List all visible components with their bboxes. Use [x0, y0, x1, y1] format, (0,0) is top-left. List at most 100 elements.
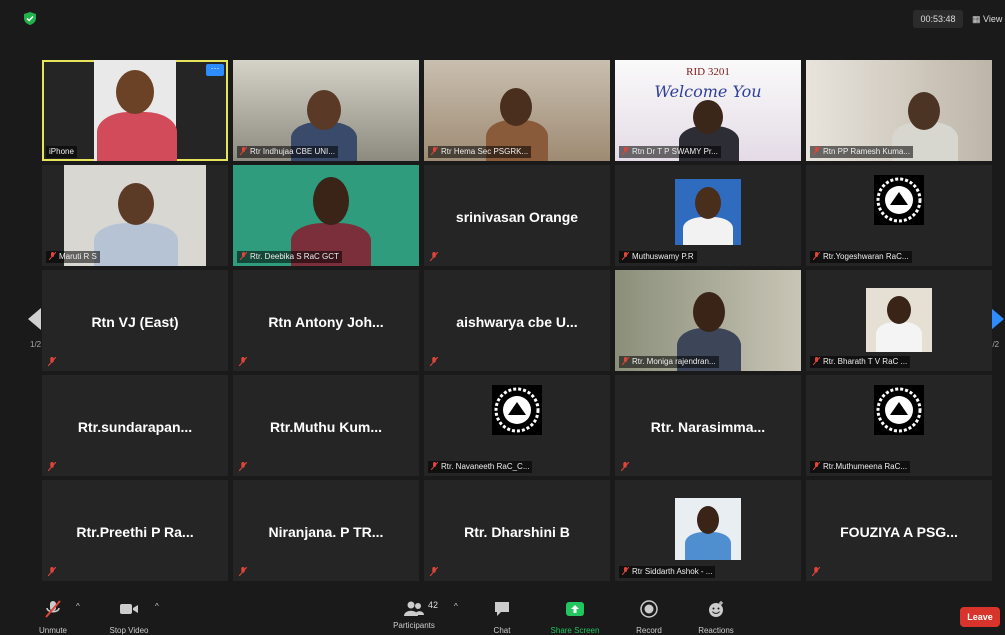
participant-display-name: FOUZIYA A PSG...	[840, 524, 958, 540]
stop-video-button[interactable]: Stop Video	[100, 596, 158, 635]
muted-microphone-icon	[622, 252, 629, 260]
participant-label: Rtr Indhujaa CBE UNI...	[237, 146, 338, 158]
record-button[interactable]: Record	[628, 596, 670, 635]
participant-display-name: Rtr. Narasimma...	[650, 419, 766, 435]
muted-microphone-icon	[239, 357, 247, 366]
participants-icon	[404, 601, 424, 616]
muted-microphone-icon	[430, 252, 438, 261]
muted-microphone-icon	[45, 600, 61, 618]
participant-label: Rtr. Navaneeth RaC_C...	[428, 461, 533, 473]
participant-name: Maruti R S	[59, 252, 97, 261]
muted-microphone-icon	[239, 462, 247, 471]
participant-name: Rtr. Moniga rajendran...	[632, 357, 716, 366]
security-shield-icon[interactable]	[24, 12, 36, 25]
smiley-reactions-icon	[709, 601, 723, 617]
club-logo-icon	[492, 385, 542, 435]
participant-label: Rtr.Muthumeena RaC...	[810, 461, 911, 473]
participant-tile[interactable]: Rtr. Narasimma...	[615, 375, 801, 476]
participant-display-name: Rtr.Muthu Kum...	[270, 419, 382, 435]
unmute-button[interactable]: Unmute	[28, 596, 78, 635]
muted-microphone-icon	[48, 567, 56, 576]
muted-microphone-icon	[431, 147, 438, 155]
participant-tile[interactable]: Rtr Hema Sec PSGRK...	[424, 60, 610, 161]
reactions-button[interactable]: Reactions	[688, 596, 744, 635]
chat-button[interactable]: Chat	[482, 596, 522, 635]
participant-name: Muthuswamy P.R	[632, 252, 694, 261]
participant-tile[interactable]: Rtr.Yogeshwaran RaC...	[806, 165, 992, 266]
share-screen-button[interactable]: Share Screen	[542, 596, 608, 635]
participants-button[interactable]: 42 Participants	[384, 596, 444, 634]
club-logo-icon	[874, 385, 924, 435]
participant-display-name: Rtn Antony Joh...	[268, 314, 384, 330]
top-bar: 00:53:48 ▦ View	[0, 0, 1005, 36]
view-label: View	[983, 14, 1003, 24]
participant-display-name: aishwarya cbe U...	[456, 314, 578, 330]
participant-name: iPhone	[49, 147, 74, 156]
audio-options-caret-icon[interactable]: ^	[76, 602, 80, 611]
participant-tile[interactable]: Rtr.Muthumeena RaC...	[806, 375, 992, 476]
leave-button[interactable]: Leave	[960, 607, 1000, 627]
participant-tile[interactable]: FOUZIYA A PSG...	[806, 480, 992, 581]
muted-microphone-icon	[813, 357, 820, 365]
muted-microphone-icon	[430, 567, 438, 576]
muted-microphone-icon	[240, 252, 247, 260]
participant-label: Rtr. Deebika S RaC GCT	[237, 251, 342, 263]
participant-display-name: Rtr. Dharshini B	[464, 524, 570, 540]
participant-label: Rtr Siddarth Ashok - ...	[619, 566, 716, 578]
participant-name: Rtr. Bharath T V RaC ...	[823, 357, 908, 366]
participant-label: iPhone	[46, 146, 77, 158]
muted-microphone-icon	[48, 462, 56, 471]
muted-microphone-icon	[430, 357, 438, 366]
participant-tile[interactable]: ··· iPhone	[42, 60, 228, 161]
gallery-grid: ··· iPhone Rtr Indhujaa CBE UNI... Rtr H…	[42, 60, 992, 582]
participant-tile[interactable]: srinivasan Orange	[424, 165, 610, 266]
participant-tile[interactable]: Maruti R S	[42, 165, 228, 266]
participant-tile[interactable]: Rtr. Deebika S RaC GCT	[233, 165, 419, 266]
participant-tile[interactable]: Rtn VJ (East)	[42, 270, 228, 371]
participant-tile[interactable]: Rtr. Dharshini B	[424, 480, 610, 581]
muted-microphone-icon	[621, 462, 629, 471]
muted-microphone-icon	[813, 252, 820, 260]
banner-script: Welcome You	[654, 82, 762, 101]
video-options-caret-icon[interactable]: ^	[155, 602, 159, 611]
participant-tile[interactable]: Niranjana. P TR...	[233, 480, 419, 581]
participant-label: Muthuswamy P.R	[619, 251, 697, 263]
muted-microphone-icon	[49, 252, 56, 260]
participant-tile[interactable]: aishwarya cbe U...	[424, 270, 610, 371]
participant-display-name: srinivasan Orange	[455, 209, 579, 225]
banner-text: RID 3201	[686, 66, 730, 78]
participant-tile[interactable]: Rtr.Muthu Kum...	[233, 375, 419, 476]
page-indicator-left: 1/2	[30, 340, 42, 349]
muted-microphone-icon	[622, 567, 629, 575]
more-options-icon[interactable]: ···	[206, 64, 224, 76]
record-icon	[640, 600, 658, 618]
participants-options-caret-icon[interactable]: ^	[454, 602, 458, 611]
participant-tile[interactable]: Rtn PP Ramesh Kuma...	[806, 60, 992, 161]
participant-label: Rtn Dr T P SWAMY Pr...	[619, 146, 721, 158]
muted-microphone-icon	[812, 567, 820, 576]
muted-microphone-icon	[48, 357, 56, 366]
meeting-timer: 00:53:48	[913, 10, 963, 28]
participant-name: Rtr. Navaneeth RaC_C...	[441, 462, 530, 471]
participant-name: Rtn PP Ramesh Kuma...	[823, 147, 910, 156]
participant-tile[interactable]: Rtr. Moniga rajendran...	[615, 270, 801, 371]
grid-view-icon: ▦	[972, 14, 981, 24]
previous-page-arrow-icon[interactable]	[28, 308, 42, 330]
participant-tile[interactable]: Rtr.sundarapan...	[42, 375, 228, 476]
view-button[interactable]: ▦ View	[972, 10, 1002, 28]
participant-tile[interactable]: RID 3201 Welcome You Rtn Dr T P SWAMY Pr…	[615, 60, 801, 161]
participant-tile[interactable]: Muthuswamy P.R	[615, 165, 801, 266]
participants-label: Participants	[393, 621, 435, 630]
participant-tile[interactable]: Rtr. Navaneeth RaC_C...	[424, 375, 610, 476]
next-page-arrow-icon[interactable]	[990, 308, 1004, 330]
muted-microphone-icon	[813, 147, 820, 155]
participant-tile[interactable]: Rtr Indhujaa CBE UNI...	[233, 60, 419, 161]
participant-tile[interactable]: Rtn Antony Joh...	[233, 270, 419, 371]
share-screen-icon	[566, 602, 584, 616]
participant-tile[interactable]: Rtr.Preethi P Ra...	[42, 480, 228, 581]
participant-tile[interactable]: Rtr Siddarth Ashok - ...	[615, 480, 801, 581]
muted-microphone-icon	[622, 147, 629, 155]
participant-label: Maruti R S	[46, 251, 100, 263]
participant-tile[interactable]: Rtr. Bharath T V RaC ...	[806, 270, 992, 371]
participant-label: Rtr Hema Sec PSGRK...	[428, 146, 532, 158]
